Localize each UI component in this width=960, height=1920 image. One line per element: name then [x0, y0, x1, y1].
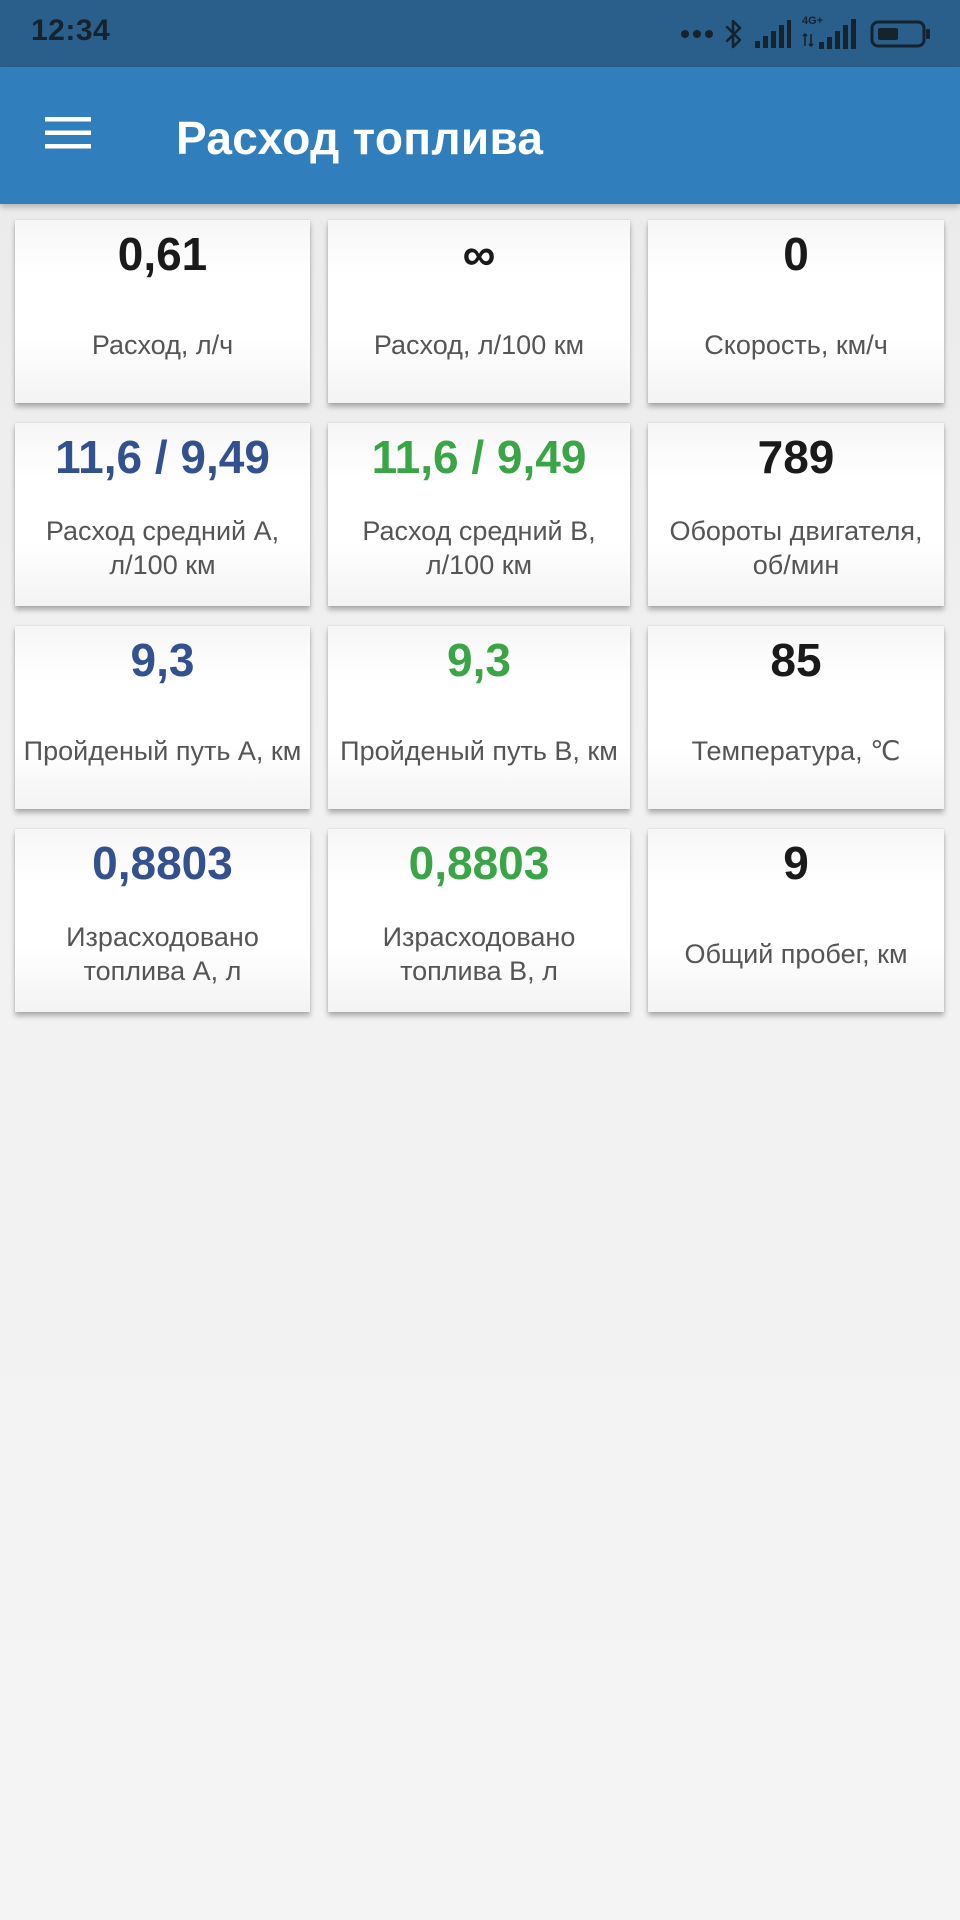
tile-value: 0 [783, 228, 809, 280]
status-icons: 4G+ [680, 15, 932, 52]
tile-fuel-used-b[interactable]: 0,8803 Израсходовано топлива B, л [328, 829, 630, 1012]
bluetooth-icon [724, 18, 744, 50]
tile-value: 85 [770, 634, 822, 686]
battery-icon [870, 19, 932, 49]
tile-value: 789 [757, 431, 835, 483]
hamburger-menu-icon[interactable] [45, 116, 91, 155]
tile-fuel-used-a[interactable]: 0,8803 Израсходовано топлива A, л [15, 829, 310, 1012]
tile-value: 0,8803 [408, 837, 550, 889]
tile-label: Расход средний B, л/100 км [362, 516, 596, 580]
tile-value: 11,6 / 9,49 [371, 431, 587, 483]
tile-label: Скорость, км/ч [704, 330, 888, 361]
tile-label: Израсходовано топлива A, л [66, 922, 259, 986]
tile-label: Общий пробег, км [684, 939, 908, 970]
mobile-data-icon: 4G+ [802, 15, 860, 51]
tile-value: ∞ [462, 228, 496, 280]
tile-label: Расход, л/100 км [373, 330, 585, 361]
tile-distance-a[interactable]: 9,3 Пройденый путь A, км [15, 626, 310, 809]
tile-consumption-per-100km[interactable]: ∞ Расход, л/100 км [328, 220, 630, 403]
tile-value: 9,3 [447, 634, 511, 686]
tile-label: Пройденый путь A, км [23, 736, 302, 767]
tile-label: Обороты двигателя, об/мин [669, 516, 923, 580]
tile-label: Расход средний A, л/100 км [45, 516, 280, 580]
tile-label: Израсходовано топлива B, л [382, 922, 576, 986]
status-bar: 12:34 4G+ [0, 0, 960, 67]
tile-value: 0,8803 [92, 837, 233, 889]
tile-label: Пройденый путь B, км [340, 736, 618, 767]
tile-value: 0,61 [117, 228, 208, 280]
tile-value: 11,6 / 9,49 [55, 431, 270, 483]
more-notifications-icon [680, 28, 714, 40]
app-bar: Расход топлива [0, 67, 960, 204]
tile-average-consumption-b[interactable]: 11,6 / 9,49 Расход средний B, л/100 км [328, 423, 630, 606]
status-time: 12:34 [31, 14, 111, 47]
tile-temperature[interactable]: 85 Температура, ℃ [648, 626, 944, 809]
tile-distance-b[interactable]: 9,3 Пройденый путь B, км [328, 626, 630, 809]
tile-consumption-per-hour[interactable]: 0,61 Расход, л/ч [15, 220, 310, 403]
tile-average-consumption-a[interactable]: 11,6 / 9,49 Расход средний A, л/100 км [15, 423, 310, 606]
tile-engine-rpm[interactable]: 789 Обороты двигателя, об/мин [648, 423, 944, 606]
page-title: Расход топлива [176, 112, 544, 164]
tile-speed[interactable]: 0 Скорость, км/ч [648, 220, 944, 403]
signal-strength-icon [754, 19, 792, 49]
tile-label: Температура, ℃ [691, 736, 901, 767]
tile-total-mileage[interactable]: 9 Общий пробег, км [648, 829, 944, 1012]
menu-button[interactable] [30, 103, 106, 167]
tile-value: 9 [783, 837, 809, 889]
tile-label: Расход, л/ч [91, 330, 234, 361]
tile-value: 9,3 [130, 634, 195, 686]
